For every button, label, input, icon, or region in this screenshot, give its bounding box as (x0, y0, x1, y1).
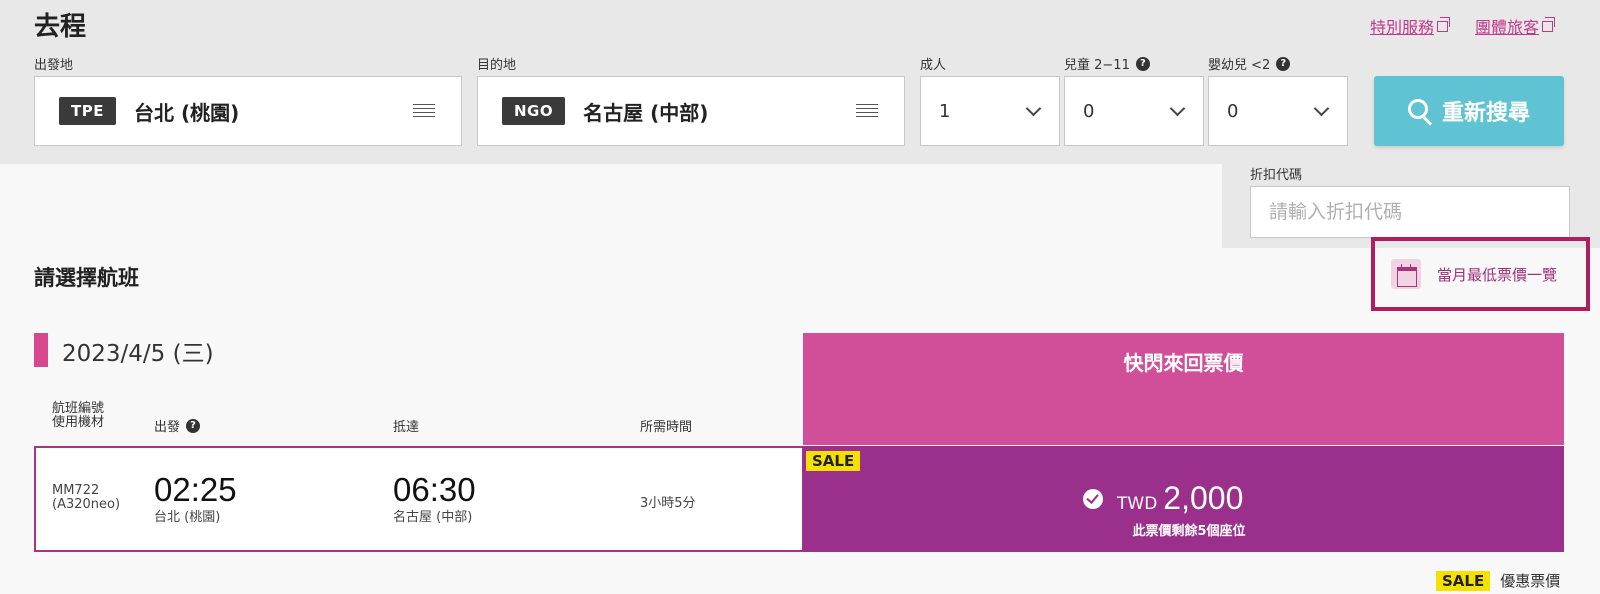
fare-option[interactable]: SALE TWD 2,000 此票價剩餘5個座位 (803, 446, 1564, 552)
fare-legend: SALE 優惠票價 (1436, 570, 1560, 591)
adults-value: 1 (939, 100, 951, 122)
fare-currency: TWD (1117, 494, 1158, 514)
aircraft-type: (A320neo) (52, 497, 121, 512)
flight-row[interactable]: MM722 (A320neo) 02:25 台北 (桃園) 06:30 名古屋 … (34, 446, 804, 552)
search-icon (1407, 99, 1428, 119)
external-link-icon (1542, 16, 1556, 32)
origin-field[interactable]: TPE 台北 (桃園) (34, 76, 462, 146)
search-button[interactable]: 重新搜尋 (1374, 76, 1564, 146)
aircraft-header: 使用機材 (52, 415, 105, 430)
help-icon[interactable]: ? (1276, 56, 1291, 71)
children-label-group: 兒童 2−11 ? (1064, 54, 1150, 73)
check-icon (1083, 488, 1103, 509)
sale-badge: SALE (806, 451, 861, 471)
monthly-lowest-fare-link[interactable]: 當月最低票價一覽 (1371, 237, 1590, 311)
fare-amount: 2,000 (1163, 480, 1244, 516)
external-link-icon (1437, 16, 1451, 32)
departure-airport: 台北 (桃園) (154, 510, 221, 525)
arrival-header: 抵達 (393, 420, 420, 435)
fare-price: TWD 2,000 (1083, 480, 1243, 517)
departure-column-header: 出發 ? (154, 416, 201, 435)
infants-label: 嬰幼兒 <2 (1208, 58, 1271, 73)
section-title: 去程 (34, 12, 87, 42)
destination-code-badge: NGO (502, 97, 566, 125)
children-value: 0 (1083, 100, 1095, 122)
help-icon[interactable]: ? (186, 418, 201, 433)
list-icon (413, 104, 435, 118)
arrival-airport: 名古屋 (中部) (393, 510, 473, 525)
flight-number-column-header: 航班編號 使用機材 (52, 402, 104, 430)
flight-number-header: 航班編號 (52, 401, 105, 416)
children-label: 兒童 2−11 (1064, 58, 1130, 73)
calendar-icon (1391, 259, 1421, 289)
chevron-down-icon (1313, 100, 1330, 116)
group-travel-link[interactable]: 團體旅客 (1475, 14, 1556, 38)
departure-cell: 02:25 台北 (桃園) (154, 471, 237, 525)
search-button-label: 重新搜尋 (1441, 101, 1530, 126)
departure-header: 出發 (154, 420, 181, 435)
origin-name: 台北 (桃園) (133, 100, 240, 125)
flight-duration: 3小時5分 (640, 496, 696, 511)
origin-code-badge: TPE (59, 97, 116, 125)
flight-number-cell: MM722 (A320neo) (52, 484, 120, 512)
destination-label: 目的地 (477, 58, 517, 73)
adults-select[interactable]: 1 (920, 76, 1060, 146)
promo-code-label: 折扣代碼 (1250, 168, 1303, 183)
legend-label: 優惠票價 (1500, 572, 1561, 590)
infants-value: 0 (1227, 100, 1239, 122)
adults-label: 成人 (920, 58, 947, 73)
promo-code-input[interactable] (1250, 186, 1570, 238)
destination-name: 名古屋 (中部) (583, 100, 709, 125)
group-travel-label: 團體旅客 (1475, 18, 1540, 37)
flight-number: MM722 (52, 483, 100, 498)
fare-column-title: 快閃來回票價 (1123, 351, 1244, 375)
chevron-down-icon (1169, 100, 1186, 116)
monthly-lowest-fare-label: 當月最低票價一覽 (1437, 265, 1558, 284)
list-icon (856, 104, 878, 118)
fare-column-header: 快閃來回票價 (803, 333, 1564, 445)
children-select[interactable]: 0 (1064, 76, 1204, 146)
flight-date: 2023/4/5 (三) (62, 341, 214, 367)
chevron-down-icon (1025, 100, 1042, 116)
departure-time: 02:25 (154, 471, 237, 508)
special-service-link[interactable]: 特別服務 (1370, 14, 1451, 38)
arrival-time: 06:30 (393, 471, 476, 508)
choose-flight-title: 請選擇航班 (34, 266, 139, 290)
date-marker (34, 333, 48, 367)
special-service-label: 特別服務 (1370, 18, 1435, 37)
infants-label-group: 嬰幼兒 <2 ? (1208, 54, 1291, 73)
destination-field[interactable]: NGO 名古屋 (中部) (477, 76, 905, 146)
duration-header: 所需時間 (640, 420, 693, 435)
arrival-cell: 06:30 名古屋 (中部) (393, 471, 476, 525)
help-icon[interactable]: ? (1135, 56, 1150, 71)
legend-sale-badge: SALE (1436, 570, 1491, 591)
seats-remaining: 此票價剩餘5個座位 (1132, 524, 1246, 539)
infants-select[interactable]: 0 (1208, 76, 1348, 146)
origin-label: 出發地 (34, 58, 74, 73)
